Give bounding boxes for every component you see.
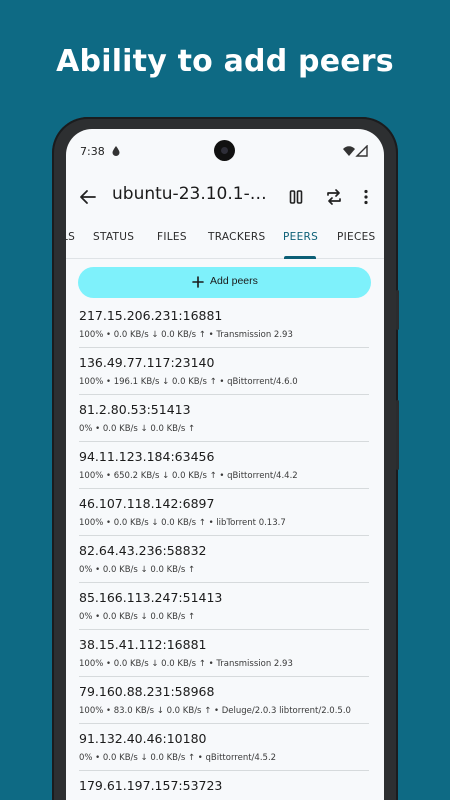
peer-address: 91.132.40.46:10180 xyxy=(79,731,207,746)
peer-address: 79.160.88.231:58968 xyxy=(79,684,215,699)
tab-indicator xyxy=(284,256,316,259)
peer-row[interactable]: 179.61.197.157:53723 xyxy=(79,771,369,800)
peer-address: 136.49.77.117:23140 xyxy=(79,355,215,370)
peer-row[interactable]: 38.15.41.112:16881 100% • 0.0 KB/s ↓ 0.0… xyxy=(79,630,369,677)
peer-info: 100% • 0.0 KB/s ↓ 0.0 KB/s ↑ • Transmiss… xyxy=(79,659,293,669)
peer-info: 0% • 0.0 KB/s ↓ 0.0 KB/s ↑ xyxy=(79,612,196,622)
peer-list: 217.15.206.231:16881 100% • 0.0 KB/s ↓ 0… xyxy=(66,301,384,800)
peer-info: 0% • 0.0 KB/s ↓ 0.0 KB/s ↑ xyxy=(79,565,196,575)
peer-info: 0% • 0.0 KB/s ↓ 0.0 KB/s ↑ xyxy=(79,424,196,434)
plus-icon xyxy=(192,276,204,288)
torrent-title: ubuntu-23.10.1-desktop-amd64.iso xyxy=(112,184,274,204)
peer-row[interactable]: 136.49.77.117:23140 100% • 196.1 KB/s ↓ … xyxy=(79,348,369,395)
peer-address: 85.166.113.247:51413 xyxy=(79,590,223,605)
peer-info: 100% • 650.2 KB/s ↓ 0.0 KB/s ↑ • qBittor… xyxy=(79,471,298,481)
peer-info: 0% • 0.0 KB/s ↓ 0.0 KB/s ↑ • qBittorrent… xyxy=(79,753,277,763)
add-peers-label: Add peers xyxy=(210,275,258,287)
peer-row[interactable]: 217.15.206.231:16881 100% • 0.0 KB/s ↓ 0… xyxy=(79,301,369,348)
phone-volume-button xyxy=(396,400,399,470)
app-bar: ubuntu-23.10.1-desktop-amd64.iso xyxy=(66,175,384,219)
peer-info: 100% • 0.0 KB/s ↓ 0.0 KB/s ↑ • Transmiss… xyxy=(79,330,293,340)
tab-bar: LS STATUS FILES TRACKERS PEERS PIECES xyxy=(66,225,384,259)
recheck-icon[interactable] xyxy=(324,187,344,207)
screen: 7:38 ubuntu-23.10.1-desktop-amd64.iso xyxy=(66,129,384,800)
tab-pieces[interactable]: PIECES xyxy=(337,231,376,243)
peer-row[interactable]: 85.166.113.247:51413 0% • 0.0 KB/s ↓ 0.0… xyxy=(79,583,369,630)
peer-row[interactable]: 82.64.43.236:58832 0% • 0.0 KB/s ↓ 0.0 K… xyxy=(79,536,369,583)
camera-cutout xyxy=(214,140,235,161)
peer-address: 38.15.41.112:16881 xyxy=(79,637,207,652)
peer-address: 81.2.80.53:51413 xyxy=(79,402,191,417)
peer-info: 100% • 83.0 KB/s ↓ 0.0 KB/s ↑ • Deluge/2… xyxy=(79,706,351,716)
peer-row[interactable]: 91.132.40.46:10180 0% • 0.0 KB/s ↓ 0.0 K… xyxy=(79,724,369,771)
back-arrow-icon[interactable] xyxy=(78,187,98,207)
peer-row[interactable]: 94.11.123.184:63456 100% • 650.2 KB/s ↓ … xyxy=(79,442,369,489)
pause-icon[interactable] xyxy=(286,187,306,207)
peer-row[interactable]: 79.160.88.231:58968 100% • 83.0 KB/s ↓ 0… xyxy=(79,677,369,724)
drop-icon xyxy=(112,146,120,156)
peer-row[interactable]: 46.107.118.142:6897 100% • 0.0 KB/s ↓ 0.… xyxy=(79,489,369,536)
status-time: 7:38 xyxy=(80,145,105,158)
status-bar: 7:38 xyxy=(66,129,384,175)
tab-peers[interactable]: PEERS xyxy=(283,231,318,243)
peer-address: 46.107.118.142:6897 xyxy=(79,496,215,511)
peer-address: 217.15.206.231:16881 xyxy=(79,308,223,323)
peer-address: 179.61.197.157:53723 xyxy=(79,778,223,793)
more-options-icon[interactable] xyxy=(356,187,376,207)
phone-side-button xyxy=(396,290,399,330)
peer-address: 94.11.123.184:63456 xyxy=(79,449,215,464)
tab-trackers[interactable]: TRACKERS xyxy=(208,231,266,243)
signal-icon xyxy=(343,145,368,157)
tab-details[interactable]: LS xyxy=(66,231,75,243)
tab-files[interactable]: FILES xyxy=(157,231,187,243)
peer-address: 82.64.43.236:58832 xyxy=(79,543,207,558)
headline: Ability to add peers xyxy=(56,44,394,79)
peer-row[interactable]: 81.2.80.53:51413 0% • 0.0 KB/s ↓ 0.0 KB/… xyxy=(79,395,369,442)
tab-status[interactable]: STATUS xyxy=(93,231,134,243)
peer-info: 100% • 0.0 KB/s ↓ 0.0 KB/s ↑ • libTorren… xyxy=(79,518,286,528)
add-peers-button[interactable]: Add peers xyxy=(78,267,371,298)
peer-info: 100% • 196.1 KB/s ↓ 0.0 KB/s ↑ • qBittor… xyxy=(79,377,298,387)
